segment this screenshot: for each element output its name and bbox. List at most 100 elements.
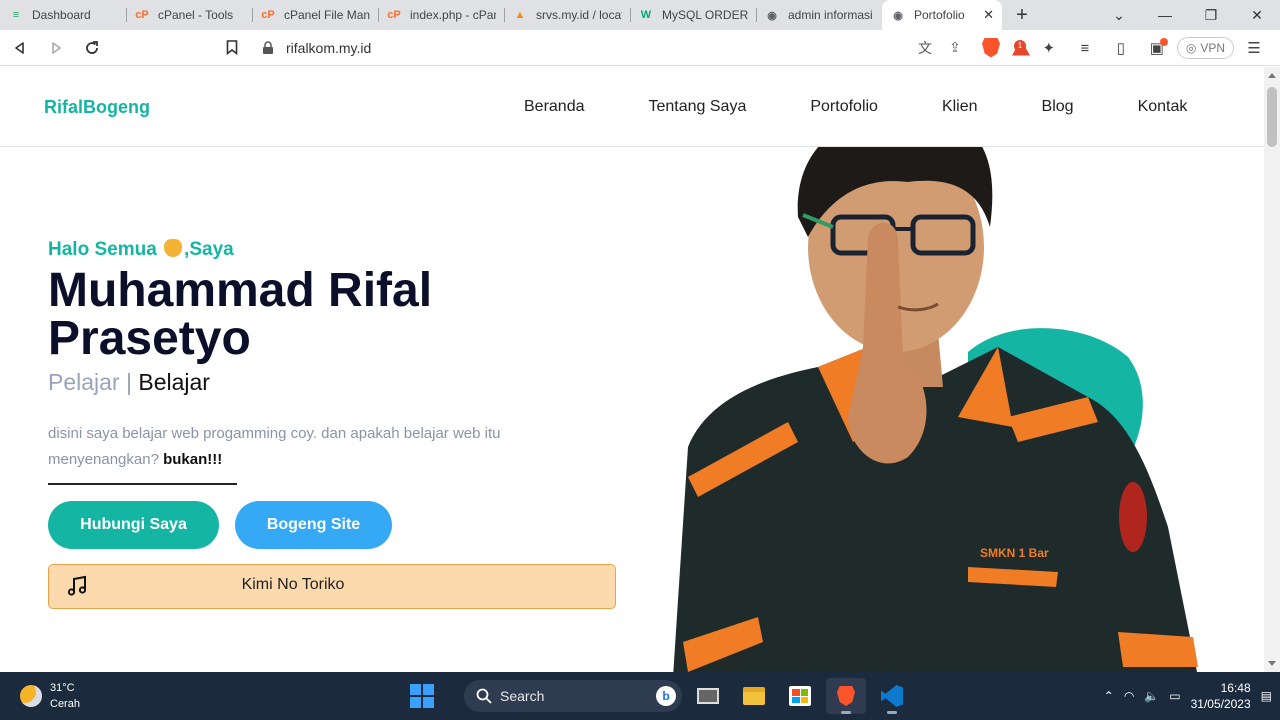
scroll-thumb[interactable] xyxy=(1267,87,1277,147)
cpanel-icon: cP xyxy=(135,9,149,21)
weather-widget[interactable]: 31°C Cerah xyxy=(20,680,80,712)
task-view-button[interactable] xyxy=(688,678,728,714)
browser-tab[interactable]: ◉ admin informasi xyxy=(756,0,882,30)
scroll-down-icon[interactable] xyxy=(1268,661,1276,666)
database-icon: ≡ xyxy=(12,9,20,21)
close-window-button[interactable]: ✕ xyxy=(1234,0,1280,30)
window-controls: ⌄ — ❐ ✕ xyxy=(1096,0,1280,30)
playlist-icon[interactable]: ≡ xyxy=(1069,32,1101,64)
store-icon xyxy=(789,686,811,706)
address-bar[interactable]: rifalkom.my.id 文 ⇪ xyxy=(254,33,970,62)
brave-icon xyxy=(837,686,855,706)
menu-portofolio[interactable]: Portofolio xyxy=(810,98,878,116)
forward-icon xyxy=(52,41,61,54)
hero-description: disini saya belajar web progamming coy. … xyxy=(48,421,568,473)
w3schools-icon: W xyxy=(640,9,652,21)
new-tab-button[interactable]: + xyxy=(1002,0,1042,30)
shirt-label: SMKN 1 Bar xyxy=(980,546,1049,560)
clock-date: 31/05/2023 xyxy=(1190,697,1251,711)
search-label: Search xyxy=(500,688,545,704)
browser-tab[interactable]: ◉ Portofolio ✕ xyxy=(882,0,1002,30)
tab-strip: ≡ Dashboard cP cPanel - Tools cP cPanel File … xyxy=(0,0,1002,30)
folder-icon xyxy=(743,687,765,705)
notification-icon[interactable]: ▤ xyxy=(1261,689,1272,703)
reload-icon xyxy=(86,40,98,54)
browser-tab[interactable]: ≡ Dashboard xyxy=(0,0,126,30)
reload-button[interactable] xyxy=(76,32,108,64)
browser-tab[interactable]: cP cPanel File Mana xyxy=(252,0,378,30)
url-text[interactable]: rifalkom.my.id xyxy=(286,40,910,56)
contact-button[interactable]: Hubungi Saya xyxy=(48,501,219,549)
vscode-taskbar-button[interactable] xyxy=(872,678,912,714)
menu-klien[interactable]: Klien xyxy=(942,98,978,116)
system-tray: ⌃ ◠ 🔈 ▭ 16:48 31/05/2023 ▤ xyxy=(1104,672,1272,720)
translate-icon[interactable]: 文 xyxy=(910,34,940,62)
menu-tentang-saya[interactable]: Tentang Saya xyxy=(649,98,747,116)
tab-search-chevron-icon[interactable]: ⌄ xyxy=(1096,0,1142,30)
brave-lion-icon xyxy=(982,37,1000,58)
hero-role: Pelajar | Belajar xyxy=(48,369,210,396)
role-typed: Belajar xyxy=(138,369,210,395)
extensions-icon[interactable]: ✦ xyxy=(1033,32,1065,64)
back-button[interactable] xyxy=(4,32,36,64)
bookmark-icon xyxy=(226,40,238,55)
share-icon[interactable]: ⇪ xyxy=(940,34,970,62)
tab-label: index.php - cPan xyxy=(410,8,496,22)
battery-icon[interactable]: ▭ xyxy=(1169,689,1180,703)
restore-button[interactable]: ❐ xyxy=(1188,0,1234,30)
tab-label: srvs.my.id / locat xyxy=(536,8,622,22)
site-brand[interactable]: RifalBogeng xyxy=(44,97,150,118)
bookmark-button[interactable] xyxy=(218,34,246,62)
taskbar-search[interactable]: Search b xyxy=(464,680,682,712)
music-player[interactable]: Kimi No Toriko xyxy=(48,564,616,609)
brave-shields-button[interactable] xyxy=(976,34,1006,62)
partly-sunny-icon xyxy=(20,685,42,707)
browser-tab[interactable]: cP cPanel - Tools xyxy=(126,0,252,30)
browser-tab[interactable]: W MySQL ORDER B xyxy=(630,0,756,30)
store-button[interactable] xyxy=(780,678,820,714)
browser-tab[interactable]: ▲ srvs.my.id / locat xyxy=(504,0,630,30)
cpanel-icon: cP xyxy=(387,9,401,21)
phpmyadmin-icon: ▲ xyxy=(514,9,526,21)
browser-tab-bar: ≡ Dashboard cP cPanel - Tools cP cPanel File … xyxy=(0,0,1280,30)
rewards-badge: 1 xyxy=(1014,39,1026,52)
greeting-suffix: ,Saya xyxy=(184,239,234,260)
globe-icon: ◉ xyxy=(893,9,903,22)
search-icon xyxy=(476,688,492,704)
menu-beranda[interactable]: Beranda xyxy=(524,98,585,116)
tab-label: cPanel File Mana xyxy=(284,8,370,22)
weather-temp: 31°C xyxy=(50,682,75,694)
page-scrollbar[interactable] xyxy=(1264,67,1280,672)
vscode-icon xyxy=(881,685,903,707)
hero-name: Muhammad Rifal Prasetyo xyxy=(48,264,433,365)
song-title: Kimi No Toriko xyxy=(241,576,345,593)
brave-rewards-button[interactable]: 1 xyxy=(1006,34,1036,62)
wifi-icon[interactable]: ◠ xyxy=(1124,689,1134,703)
file-explorer-button[interactable] xyxy=(734,678,774,714)
brave-taskbar-button[interactable] xyxy=(826,678,866,714)
menu-icon[interactable]: ☰ xyxy=(1238,32,1270,64)
clock[interactable]: 16:48 31/05/2023 xyxy=(1191,680,1251,712)
bing-icon[interactable]: b xyxy=(656,686,676,706)
volume-icon[interactable]: 🔈 xyxy=(1144,689,1159,703)
vpn-button[interactable]: ◎ VPN xyxy=(1176,37,1234,59)
close-tab-icon[interactable]: ✕ xyxy=(979,7,994,23)
greeting-text: Halo Semua xyxy=(48,239,157,260)
sidebar-icon[interactable]: ▯ xyxy=(1105,32,1137,64)
forward-button[interactable] xyxy=(40,32,72,64)
browser-tab[interactable]: cP index.php - cPan xyxy=(378,0,504,30)
lock-icon xyxy=(263,40,273,54)
menu-blog[interactable]: Blog xyxy=(1042,98,1074,116)
globe-icon: ◉ xyxy=(767,9,777,22)
cpanel-icon: cP xyxy=(261,9,275,21)
tray-chevron-icon[interactable]: ⌃ xyxy=(1104,689,1114,703)
scroll-up-icon[interactable] xyxy=(1268,73,1276,78)
tab-label: admin informasi xyxy=(788,8,873,22)
bogeng-site-button[interactable]: Bogeng Site xyxy=(235,501,392,549)
wallet-icon[interactable]: ▣ xyxy=(1141,32,1173,64)
minimize-button[interactable]: — xyxy=(1142,0,1188,30)
task-view-icon xyxy=(697,688,719,704)
browser-toolbar: rifalkom.my.id 文 ⇪ 1 ✦ ≡ ▯ ▣ ◎ VPN ☰ xyxy=(0,30,1280,66)
start-button[interactable] xyxy=(402,678,442,714)
menu-kontak[interactable]: Kontak xyxy=(1138,98,1188,116)
